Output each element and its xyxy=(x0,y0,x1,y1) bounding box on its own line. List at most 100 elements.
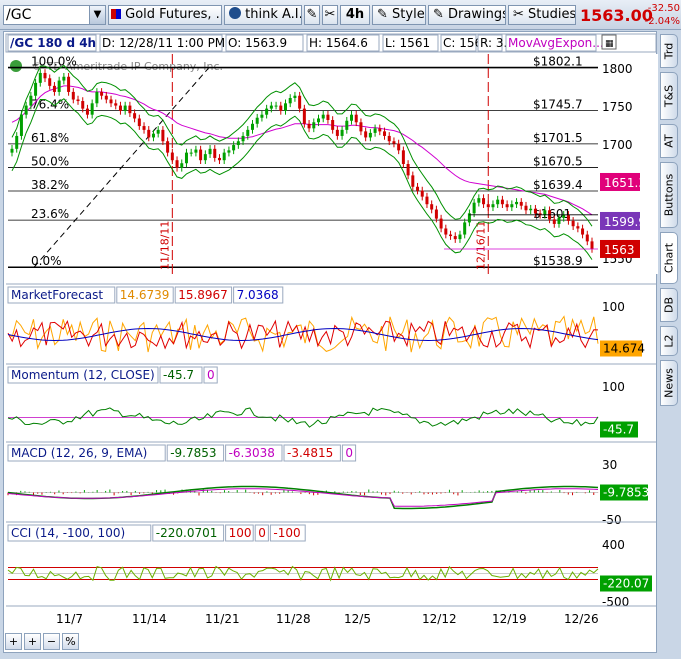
style-button[interactable]: ✎ Style xyxy=(372,5,426,25)
panel-value: -220.0701 xyxy=(156,526,218,540)
crosshair-button[interactable]: + xyxy=(5,633,22,650)
candle-body xyxy=(250,123,254,130)
percent-scale-button[interactable]: % xyxy=(62,633,79,650)
symbol-dropdown-button[interactable]: ▼ xyxy=(89,6,105,24)
candle-body xyxy=(76,99,80,102)
header-date: D: 12/28/11 1:00 PM xyxy=(102,36,225,50)
candle-body xyxy=(524,205,528,211)
panel-value: 0 xyxy=(345,446,353,460)
candle-body xyxy=(19,114,23,136)
candle-body xyxy=(180,163,184,168)
candle-body xyxy=(378,128,382,132)
panel-value: 15.8967 xyxy=(178,288,228,302)
chart-area[interactable]: /GC 180 d 4h D: 12/28/11 1:00 PM O: 1563.9… xyxy=(3,31,658,654)
macd-badge-label: -9.7853 xyxy=(603,486,649,500)
candle-body xyxy=(581,228,585,235)
candle-body xyxy=(434,209,438,219)
fib-price-label: $1538.9 xyxy=(533,254,583,268)
chart-settings-icon: ▦ xyxy=(605,39,614,49)
candle-body xyxy=(350,114,354,121)
timeframe-label: 4h xyxy=(345,7,365,22)
candle-body xyxy=(416,186,420,191)
candle-body xyxy=(114,103,118,106)
candle-body xyxy=(543,210,547,215)
candle-body xyxy=(486,204,490,208)
description-box[interactable]: Gold Futures, ... xyxy=(108,5,222,25)
x-axis-tick: 12/19 xyxy=(492,612,527,626)
panel-title: Momentum (12, CLOSE) xyxy=(11,368,155,382)
style-label: Style xyxy=(392,7,425,22)
chart-canvas[interactable]: /GC 180 d 4h D: 12/28/11 1:00 PM O: 1563.9… xyxy=(4,32,658,654)
think-ai-button[interactable]: think A.I. xyxy=(224,5,302,25)
candle-body xyxy=(194,149,198,153)
candle-body xyxy=(387,135,391,142)
tab-chart[interactable]: Chart xyxy=(660,232,678,284)
symbol-input[interactable]: /GC ▼ xyxy=(3,5,106,25)
header-high: H: 1564.6 xyxy=(309,36,368,50)
tab-at[interactable]: AT xyxy=(660,124,678,158)
studies-button[interactable]: ✂ Studies xyxy=(508,5,576,25)
candle-body xyxy=(10,148,14,153)
x-axis-tick: 12/12 xyxy=(422,612,457,626)
zoom-out-button[interactable]: − xyxy=(43,633,60,650)
price-axis-tick: 1750 xyxy=(602,100,633,114)
candle-body xyxy=(552,219,556,224)
tab-ts-label: T&S xyxy=(662,84,676,108)
candle-body xyxy=(449,234,453,237)
candle-body xyxy=(472,202,476,214)
style-icon: ✎ xyxy=(377,7,388,22)
tab-db[interactable]: DB xyxy=(660,288,678,322)
candle-body xyxy=(529,208,533,211)
fib-price-label: $1802.1 xyxy=(533,55,583,69)
tab-l2[interactable]: L2 xyxy=(660,326,678,356)
candle-body xyxy=(317,118,321,123)
candle-body xyxy=(496,199,500,205)
candle-body xyxy=(147,129,151,138)
tools-icon: ✂ xyxy=(324,7,336,22)
candle-body xyxy=(227,150,231,153)
candle-body xyxy=(444,228,448,235)
tab-ts[interactable]: T&S xyxy=(660,72,678,120)
candle-body xyxy=(142,126,146,130)
tab-trd[interactable]: Trd xyxy=(660,34,678,68)
percent-change: -2.04% xyxy=(644,16,680,27)
candle-body xyxy=(90,103,94,115)
candle-body xyxy=(170,152,174,161)
candle-body xyxy=(585,234,589,242)
tab-news-label: News xyxy=(662,368,676,398)
price-badge-label: 1651.3 xyxy=(604,176,646,190)
candle-body xyxy=(241,135,245,142)
think-ai-label: think A.I. xyxy=(245,7,302,22)
candle-body xyxy=(562,214,566,218)
candle-body xyxy=(156,129,160,134)
crosshair-tool-button[interactable]: ✎ xyxy=(304,5,320,25)
tab-buttons[interactable]: Buttons xyxy=(660,162,678,228)
candle-body xyxy=(67,76,71,92)
candle-body xyxy=(255,117,259,124)
tab-l2-label: L2 xyxy=(662,334,676,348)
candle-body xyxy=(491,204,495,208)
candle-body xyxy=(373,128,377,133)
zoom-in-button[interactable]: + xyxy=(24,633,41,650)
header-symbol_period: /GC 180 d 4h xyxy=(10,36,96,50)
panel-value: 14.6739 xyxy=(120,288,170,302)
candle-body xyxy=(401,150,405,164)
timeframe-button[interactable]: 4h xyxy=(340,5,370,25)
price-badge-label: 1563 xyxy=(604,243,635,257)
candle-body xyxy=(128,105,132,114)
settings-tool-button[interactable]: ✂ xyxy=(322,5,338,25)
tab-news[interactable]: News xyxy=(660,360,678,406)
candle-body xyxy=(24,105,28,115)
candle-body xyxy=(175,160,179,168)
panel-axis-tick: 100 xyxy=(602,300,625,314)
x-axis-tick: 11/28 xyxy=(276,612,311,626)
instrument-description: Gold Futures, ... xyxy=(125,7,222,22)
drawings-button[interactable]: ✎ Drawings xyxy=(428,5,506,25)
candle-body xyxy=(274,105,278,107)
candle-body xyxy=(458,234,462,240)
candle-body xyxy=(345,120,349,130)
symbol-text: /GC xyxy=(6,7,32,23)
candle-body xyxy=(293,95,297,98)
candle-body xyxy=(52,85,56,92)
tab-at-label: AT xyxy=(662,134,676,148)
